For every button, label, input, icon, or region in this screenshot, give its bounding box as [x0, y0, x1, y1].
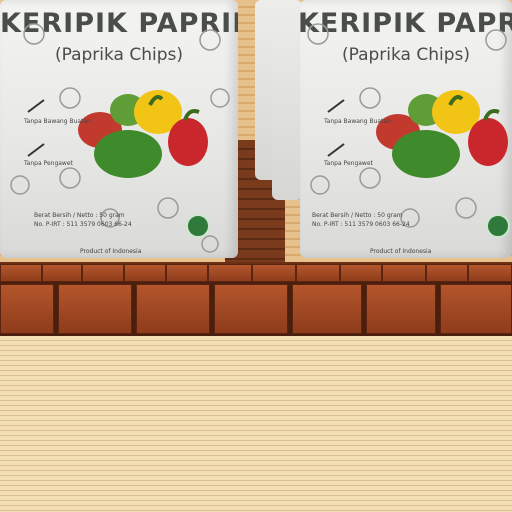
halal-logo-icon	[186, 214, 210, 238]
wooden-floor	[0, 336, 512, 512]
package-left: KERIPIK PAPRIKA (Paprika Chips) Tanpa Ba…	[0, 0, 238, 258]
brick-shelf-front	[0, 282, 512, 336]
claim-1: Tanpa Bawang Buatan	[24, 118, 91, 125]
brick-shelf-top	[0, 262, 512, 284]
claim-2: Tanpa Pengawet	[24, 160, 73, 167]
origin: Product of Indonesia	[80, 248, 142, 255]
pirt-number: No. P-IRT : 511 3579 0603 66-24	[312, 221, 410, 228]
scene: KERIPIK PAPRIKA (Paprika Chips) Tanpa Ba…	[0, 0, 512, 512]
package-right: KERIPIK PAPRIKA (Paprika Chips) Tanpa Ba…	[300, 0, 512, 258]
net-weight: Berat Bersih / Netto : 50 gram	[34, 212, 125, 219]
claim-1: Tanpa Bawang Buatan	[324, 118, 391, 125]
net-weight: Berat Bersih / Netto : 50 gram	[312, 212, 403, 219]
claim-2: Tanpa Pengawet	[324, 160, 373, 167]
peppers-illustration	[307, 23, 508, 228]
halal-logo-icon	[486, 214, 510, 238]
pirt-number: No. P-IRT : 511 3579 0603 66-24	[34, 221, 132, 228]
origin: Product of Indonesia	[370, 248, 432, 255]
back-package	[272, 0, 302, 200]
